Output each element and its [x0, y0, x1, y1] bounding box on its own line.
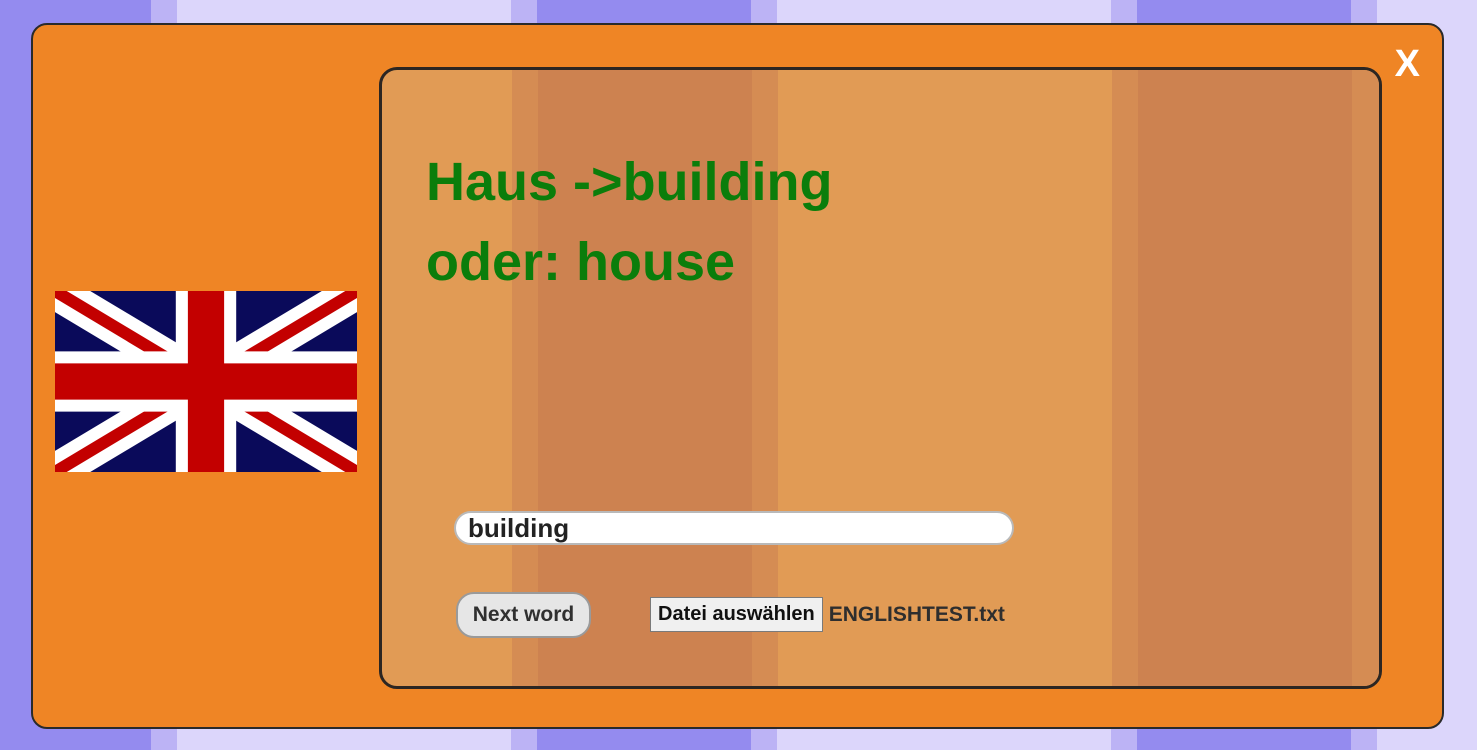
uk-flag-icon [55, 291, 357, 472]
question-text: Haus ->building oder: house [426, 142, 833, 302]
close-button[interactable]: X [1395, 45, 1420, 83]
vocab-trainer-window: X Haus ->building oder: house Next word … [31, 23, 1444, 729]
choose-file-button[interactable]: Datei auswählen [650, 597, 823, 632]
question-line-1: Haus ->building [426, 152, 833, 212]
question-line-2: oder: house [426, 232, 736, 292]
quiz-card: Haus ->building oder: house Next word Da… [379, 67, 1382, 689]
card-stripe [1352, 70, 1379, 686]
file-picker: Datei auswählen ENGLISHTEST.txt [650, 597, 1005, 632]
next-word-button[interactable]: Next word [456, 592, 591, 638]
card-stripe [1138, 70, 1352, 686]
card-stripe [1112, 70, 1138, 686]
selected-file-name: ENGLISHTEST.txt [828, 602, 1005, 626]
answer-input[interactable] [454, 511, 1014, 545]
